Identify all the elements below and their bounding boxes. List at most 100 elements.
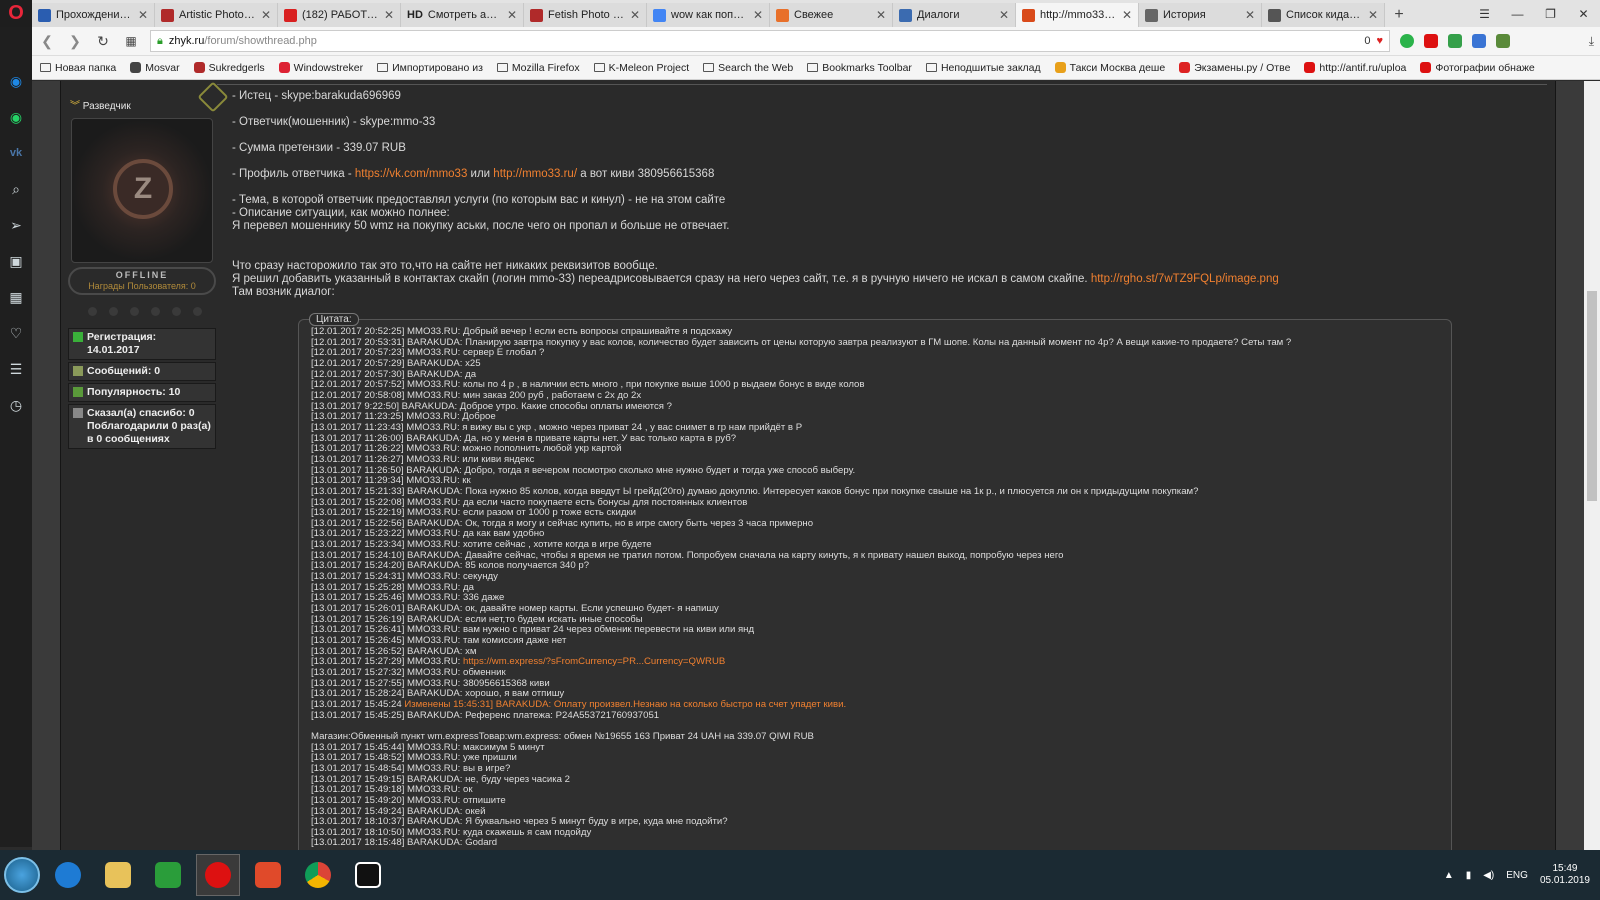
taskbar-opera[interactable] — [196, 854, 240, 896]
whatsapp-icon[interactable]: ◉ — [7, 108, 25, 126]
extension-check-icon[interactable] — [1400, 34, 1414, 48]
bookmark-heart-icon[interactable]: ♥ — [1376, 35, 1383, 47]
volume-icon[interactable]: ◀) — [1483, 870, 1494, 881]
taskbar-ie[interactable] — [46, 854, 90, 896]
tab-close-icon[interactable]: ✕ — [753, 8, 763, 22]
quote-lines: [12.01.2017 20:52:25] MMO33.RU: Добрый в… — [311, 326, 1291, 849]
vk-link[interactable]: https://vk.com/mmo33 — [355, 168, 467, 180]
page-scrollbar[interactable] — [1584, 81, 1600, 850]
tab-title: Прохождение сю — [56, 9, 133, 21]
bookmark-item[interactable]: http://antif.ru/uploa — [1304, 62, 1406, 74]
alert-line: Что сразу насторожило так это то,что на … — [232, 260, 658, 272]
site-link[interactable]: http://mmo33.ru/ — [493, 168, 577, 180]
tab-2[interactable]: (182) РАБОТА В Д ✕ — [278, 3, 401, 27]
bookmark-item[interactable]: Неподшитые заклад — [925, 62, 1041, 74]
tab-close-icon[interactable]: ✕ — [630, 8, 640, 22]
user-awards[interactable]: Награды Пользователя: 0 — [70, 281, 214, 292]
history-clock-icon[interactable]: ◷ — [7, 396, 25, 414]
bookmark-item[interactable]: Фотографии обнаже — [1420, 62, 1535, 74]
system-tray: ▲ ▮ ◀) ENG 15:49 05.01.2019 — [1444, 863, 1600, 887]
bookmark-item[interactable]: Такси Москва деше — [1054, 62, 1165, 74]
network-icon[interactable]: ▮ — [1466, 870, 1472, 881]
avatar[interactable]: Z — [71, 118, 213, 263]
clock[interactable]: 15:49 05.01.2019 — [1540, 863, 1590, 887]
maximize-button[interactable]: ❐ — [1534, 7, 1567, 21]
quote-link[interactable]: https://wm.express/?sFromCurrency=PR...C… — [463, 656, 725, 668]
downloads-icon[interactable]: ⤓ — [1589, 34, 1594, 49]
tab-5[interactable]: wow как попасть ✕ — [647, 3, 770, 27]
stat-icon — [73, 332, 83, 342]
tab-3[interactable]: HD Смотреть аниме ✕ — [401, 3, 524, 27]
language-indicator[interactable]: ENG — [1506, 870, 1528, 881]
tab-close-icon[interactable]: ✕ — [384, 8, 394, 22]
messenger-icon[interactable]: ◉ — [7, 72, 25, 90]
bookmark-item[interactable]: Новая папка — [40, 62, 116, 74]
tab-0[interactable]: Прохождение сю ✕ — [32, 3, 155, 27]
tab-6[interactable]: Свежее ✕ — [770, 3, 893, 27]
new-tab-button[interactable]: + — [1385, 3, 1413, 27]
taskbar-explorer[interactable] — [96, 854, 140, 896]
extension-download-icon[interactable] — [1496, 34, 1510, 48]
favorites-heart-icon[interactable]: ♡ — [7, 324, 25, 342]
speed-dial-icon[interactable]: ▦ — [122, 34, 140, 48]
bookmark-item[interactable]: Экзамены.ру / Отве — [1179, 62, 1290, 74]
dialog-line: Там возник диалог: — [232, 286, 335, 298]
decided-line: Я решил добавить указанный в контактах с… — [232, 273, 1279, 285]
search-icon[interactable]: ⌕ — [7, 180, 25, 198]
tab-menu-icon[interactable]: ☰ — [1468, 7, 1501, 21]
tab-close-icon[interactable]: ✕ — [876, 8, 886, 22]
tab-4[interactable]: Fetish Photo Sets ✕ — [524, 3, 647, 27]
tray-expand-icon[interactable]: ▲ — [1444, 870, 1454, 881]
quote-link[interactable]: Изменены 15:45:31] BARAKUDA: Оплату прои… — [404, 699, 846, 710]
bookmark-label: http://antif.ru/uploa — [1319, 61, 1407, 74]
news-icon[interactable]: ☰ — [7, 360, 25, 378]
tab-close-icon[interactable]: ✕ — [1245, 8, 1255, 22]
vk-icon[interactable]: vk — [7, 144, 25, 162]
tab-7[interactable]: Диалоги ✕ — [893, 3, 1016, 27]
tab-title: (182) РАБОТА В Д — [302, 9, 379, 21]
extension-red-icon[interactable] — [1424, 34, 1438, 48]
bookmark-item[interactable]: Windowstreker — [278, 62, 363, 74]
taskbar-app-black[interactable] — [346, 854, 390, 896]
start-button[interactable] — [4, 857, 40, 893]
bookmark-favicon-icon — [1304, 62, 1316, 73]
close-window-button[interactable]: ✕ — [1567, 7, 1600, 21]
tab-close-icon[interactable]: ✕ — [261, 8, 271, 22]
speed-dial-sidebar-icon[interactable]: ▦ — [7, 288, 25, 306]
back-button[interactable]: ❮ — [38, 33, 56, 50]
bookmark-item[interactable]: Sukredgerls — [193, 62, 265, 74]
tab-8[interactable]: http://mmo33.ru с ✕ — [1016, 3, 1139, 27]
post-body: - Истец - skype:barakuda696969 - Ответчи… — [230, 81, 1550, 850]
reload-button[interactable]: ↻ — [94, 33, 112, 50]
camera-icon[interactable]: ▣ — [7, 252, 25, 270]
taskbar-store[interactable] — [146, 854, 190, 896]
opera-menu-button[interactable]: O — [0, 0, 32, 27]
bookmark-item[interactable]: Bookmarks Toolbar — [807, 62, 912, 74]
tab-9[interactable]: История ✕ — [1139, 3, 1262, 27]
minimize-button[interactable]: — — [1501, 7, 1534, 21]
tab-close-icon[interactable]: ✕ — [1122, 8, 1132, 22]
tab-10[interactable]: Список кидал - С ✕ — [1262, 3, 1385, 27]
tab-close-icon[interactable]: ✕ — [999, 8, 1009, 22]
screenshot-link[interactable]: http://rgho.st/7wTZ9FQLp/image.png — [1091, 273, 1279, 285]
bookmark-item[interactable]: Mozilla Firefox — [496, 62, 580, 74]
bookmark-item[interactable]: K-Meleon Project — [593, 62, 689, 74]
address-field[interactable]: 🔒︎ zhyk.ru/forum/showthread.php 0 ♥ — [150, 30, 1390, 52]
tab-close-icon[interactable]: ✕ — [1368, 8, 1378, 22]
scrollbar-thumb[interactable] — [1587, 291, 1597, 501]
extension-shield-icon[interactable] — [1448, 34, 1462, 48]
taskbar: ▲ ▮ ◀) ENG 15:49 05.01.2019 — [0, 850, 1600, 900]
tab-prefix: HD — [407, 9, 423, 21]
forward-button[interactable]: ❯ — [66, 33, 84, 50]
send-icon[interactable]: ➢ — [7, 216, 25, 234]
adblock-counter[interactable]: 0 — [1364, 35, 1370, 47]
extension-translate-icon[interactable] — [1472, 34, 1486, 48]
tab-1[interactable]: Artistic Photo Sets ✕ — [155, 3, 278, 27]
tab-close-icon[interactable]: ✕ — [138, 8, 148, 22]
tab-close-icon[interactable]: ✕ — [507, 8, 517, 22]
bookmark-item[interactable]: Импортировано из — [377, 62, 483, 74]
taskbar-chrome[interactable] — [296, 854, 340, 896]
taskbar-app-red[interactable] — [246, 854, 290, 896]
bookmark-item[interactable]: Search the Web — [703, 62, 793, 74]
bookmark-item[interactable]: Mosvar — [130, 62, 180, 74]
